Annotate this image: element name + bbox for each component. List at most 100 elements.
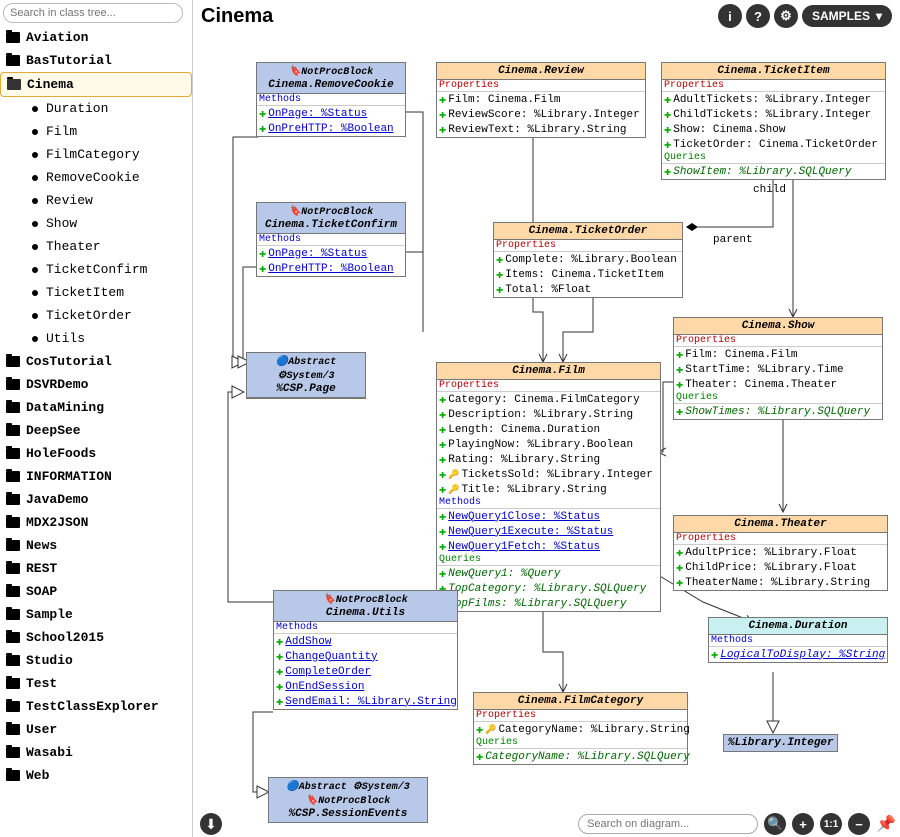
folder-icon [6,517,20,528]
bullet-icon [32,267,38,273]
pin-button[interactable]: 📌 [876,814,896,834]
folder-icon [6,379,20,390]
tree-folder-item[interactable]: Sample [0,603,192,626]
tree-child-item[interactable]: Duration [0,97,192,120]
tree-folder-item[interactable]: DSVRDemo [0,373,192,396]
folder-icon [6,32,20,43]
folder-icon [6,356,20,367]
zoom-out-button[interactable]: − [848,813,870,835]
search-input[interactable] [3,3,183,23]
zoom-reset-button[interactable]: 1:1 [820,813,842,835]
tree-folder-item[interactable]: Test [0,672,192,695]
tree-folder-item[interactable]: Aviation [0,26,192,49]
tree-folder-item[interactable]: TestClassExplorer [0,695,192,718]
tree-child-item[interactable]: TicketConfirm [0,258,192,281]
folder-icon [6,632,20,643]
page-title: Cinema [201,5,273,28]
tree-child-item[interactable]: TicketItem [0,281,192,304]
tree-folder-item[interactable]: HoleFoods [0,442,192,465]
bullet-icon [32,221,38,227]
zoom-in-button[interactable]: + [792,813,814,835]
class-library-integer[interactable]: %Library.Integer [723,734,838,752]
tree-folder-item[interactable]: DataMining [0,396,192,419]
tree-child-item[interactable]: Review [0,189,192,212]
tree-folder-item[interactable]: JavaDemo [0,488,192,511]
tree-item-label: DSVRDemo [26,377,88,392]
tree-item-label: DeepSee [26,423,81,438]
class-csp-page[interactable]: 🔵Abstract ⚙System/3 %CSP.Page [246,352,366,399]
settings-button[interactable]: ⚙ [774,4,798,28]
class-utils[interactable]: 🔖NotProcBlockCinema.Utils Methods ✚AddSh… [273,590,458,710]
bullet-icon [32,152,38,158]
tree-item-label: Wasabi [26,745,73,760]
tree-folder-item[interactable]: SOAP [0,580,192,603]
class-theater[interactable]: Cinema.Theater Properties ✚AdultPrice: %… [673,515,888,591]
tree-item-label: BasTutorial [26,53,112,68]
diagram-search-input[interactable] [578,814,758,834]
diagram-canvas[interactable]: child parent 🔖NotProcBlockCinema.RemoveC… [193,32,900,832]
folder-icon [6,448,20,459]
tree-folder-item[interactable]: User [0,718,192,741]
tree-child-item[interactable]: TicketOrder [0,304,192,327]
tree-item-label: CosTutorial [26,354,112,369]
tree-item-label: Cinema [27,77,74,92]
bullet-icon [32,106,38,112]
tree-child-item[interactable]: Show [0,212,192,235]
tree-item-label: Aviation [26,30,88,45]
class-show[interactable]: Cinema.Show Properties ✚Film: Cinema.Fil… [673,317,883,420]
tree-item-label: Studio [26,653,73,668]
info-button[interactable]: i [718,4,742,28]
help-button[interactable]: ? [746,4,770,28]
zoom-search-button[interactable]: 🔍 [764,813,786,835]
tree-child-item[interactable]: Theater [0,235,192,258]
bullet-icon [32,313,38,319]
tree-folder-item[interactable]: News [0,534,192,557]
tree-folder-item[interactable]: Studio [0,649,192,672]
class-review[interactable]: Cinema.Review Properties ✚Film: Cinema.F… [436,62,646,138]
tree-child-item[interactable]: Film [0,120,192,143]
tree-folder-item[interactable]: Web [0,764,192,787]
tree-folder-item[interactable]: DeepSee [0,419,192,442]
bullet-icon [32,198,38,204]
tree-item-label: Web [26,768,49,783]
tree-folder-item[interactable]: MDX2JSON [0,511,192,534]
tree-item-label: Film [46,124,77,139]
tree-child-item[interactable]: FilmCategory [0,143,192,166]
class-ticket-item[interactable]: Cinema.TicketItem Properties ✚AdultTicke… [661,62,886,180]
folder-icon [6,655,20,666]
tree-child-item[interactable]: Utils [0,327,192,350]
class-film[interactable]: Cinema.Film Properties ✚Category: Cinema… [436,362,661,612]
tree-item-label: JavaDemo [26,492,88,507]
folder-icon [6,402,20,413]
tree-folder-item[interactable]: Wasabi [0,741,192,764]
tree-item-label: User [26,722,57,737]
class-remove-cookie[interactable]: 🔖NotProcBlockCinema.RemoveCookie Methods… [256,62,406,137]
tree-item-label: HoleFoods [26,446,96,461]
samples-button[interactable]: SAMPLES▾ [802,5,892,27]
class-ticket-order[interactable]: Cinema.TicketOrder Properties ✚Complete:… [493,222,683,298]
folder-icon [6,609,20,620]
tree-child-item[interactable]: RemoveCookie [0,166,192,189]
tree-folder-item[interactable]: CosTutorial [0,350,192,373]
tree-item-label: TicketConfirm [46,262,147,277]
tree-item-label: Show [46,216,77,231]
tree-folder-item[interactable]: BasTutorial [0,49,192,72]
bullet-icon [32,290,38,296]
class-tree[interactable]: Aviation BasTutorial Cinema Duration Film Fil… [0,26,192,836]
bottom-toolbar: ⬇ 🔍 + 1:1 − 📌 [200,813,896,835]
tree-folder-item[interactable]: INFORMATION [0,465,192,488]
tree-folder-item[interactable]: Cinema [0,72,192,97]
folder-icon [6,55,20,66]
tree-folder-item[interactable]: School2015 [0,626,192,649]
class-tree-sidebar: Aviation BasTutorial Cinema Duration Film Fil… [0,0,193,837]
download-button[interactable]: ⬇ [200,813,222,835]
class-duration[interactable]: Cinema.Duration Methods ✚LogicalToDispla… [708,617,888,663]
tree-item-label: Review [46,193,93,208]
class-film-category[interactable]: Cinema.FilmCategory Properties ✚Category… [473,692,688,765]
main-area: Cinema i ? ⚙ SAMPLES▾ c [193,0,900,837]
tree-folder-item[interactable]: REST [0,557,192,580]
folder-icon [6,425,20,436]
toolbar: i ? ⚙ SAMPLES▾ [718,4,892,28]
class-ticket-confirm[interactable]: 🔖NotProcBlockCinema.TicketConfirm Method… [256,202,406,277]
tree-item-label: INFORMATION [26,469,112,484]
